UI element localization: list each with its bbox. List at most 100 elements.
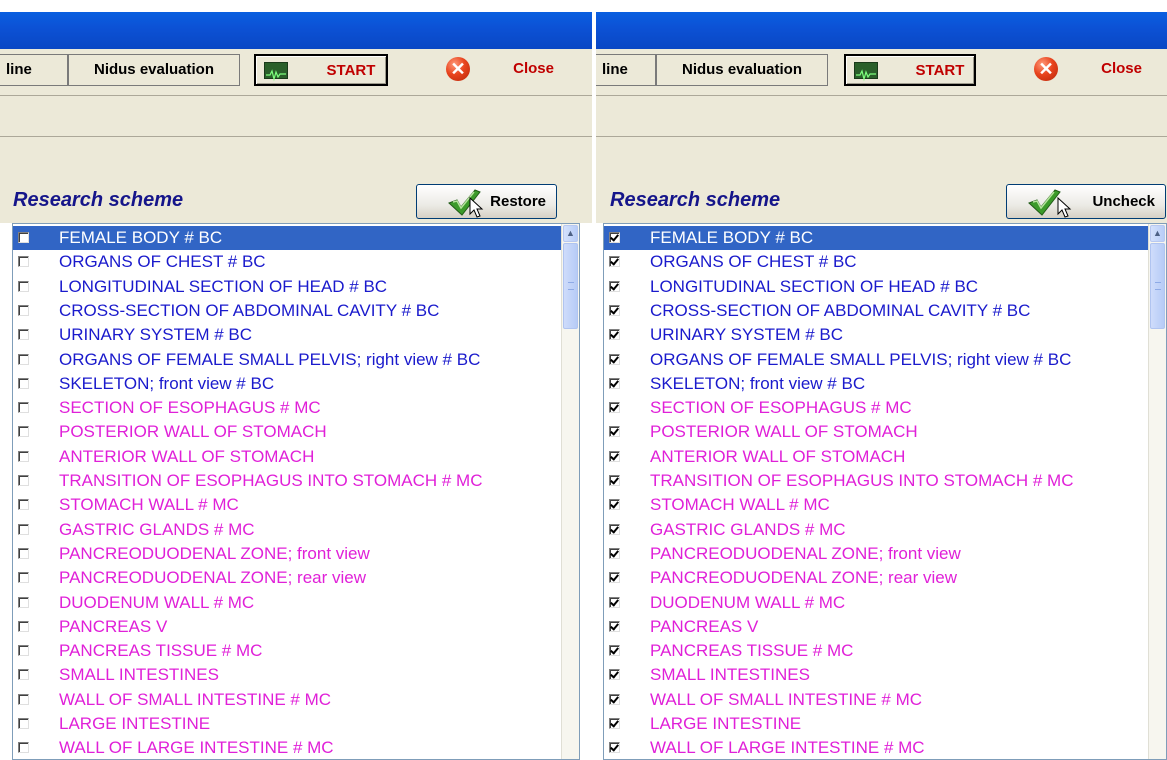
list-item[interactable]: WALL OF SMALL INTESTINE # MC [604,688,1149,712]
list-item[interactable]: FEMALE BODY # BC [604,226,1149,250]
list-item-checkbox[interactable] [609,718,620,729]
list-item[interactable]: PANCREAS V [13,615,562,639]
list-item-checkbox[interactable] [609,426,620,438]
list-item-checkbox[interactable] [609,353,620,365]
list-item-checkbox[interactable] [609,596,620,608]
list-item-checkbox[interactable] [18,499,29,511]
scroll-up-arrow-icon[interactable]: ▲ [563,225,578,242]
list-item[interactable]: DUODENUM WALL # MC [13,591,562,615]
list-item-checkbox[interactable] [609,742,620,754]
list-item-checkbox[interactable] [609,377,620,389]
list-item-checkbox[interactable] [609,572,620,584]
start-button[interactable]: START [844,54,976,86]
list-item-checkbox[interactable] [18,450,29,462]
list-item-checkbox[interactable] [18,426,29,438]
vertical-scrollbar[interactable]: ▲ [1148,224,1166,759]
list-item-checkbox[interactable] [609,329,620,341]
list-item[interactable]: ANTERIOR WALL OF STOMACH [13,445,562,469]
list-item[interactable]: WALL OF LARGE INTESTINE # MC [13,736,562,759]
list-item[interactable]: LONGITUDINAL SECTION OF HEAD # BC [604,275,1149,299]
list-item-checkbox[interactable] [18,693,29,705]
list-item[interactable]: PANCREODUODENAL ZONE; rear view [604,566,1149,590]
online-button[interactable]: line [596,54,656,86]
list-item[interactable]: SMALL INTESTINES [604,663,1149,687]
online-button[interactable]: line [0,54,68,86]
list-item[interactable]: TRANSITION OF ESOPHAGUS INTO STOMACH # M… [13,469,562,493]
list-item-checkbox[interactable] [18,669,29,681]
list-item[interactable]: URINARY SYSTEM # BC [604,323,1149,347]
close-button[interactable]: ✕ Close [440,54,554,86]
list-item[interactable]: STOMACH WALL # MC [13,493,562,517]
list-item[interactable]: CROSS-SECTION OF ABDOMINAL CAVITY # BC [13,299,562,323]
list-item[interactable]: STOMACH WALL # MC [604,493,1149,517]
list-item-checkbox[interactable] [18,377,29,389]
list-item[interactable]: LARGE INTESTINE [604,712,1149,736]
list-item[interactable]: SECTION OF ESOPHAGUS # MC [604,396,1149,420]
scroll-thumb[interactable] [1150,243,1165,329]
list-item-checkbox[interactable] [609,499,620,511]
list-item[interactable]: PANCREODUODENAL ZONE; front view [13,542,562,566]
list-item-checkbox[interactable] [18,232,29,243]
list-item[interactable]: ORGANS OF FEMALE SMALL PELVIS; right vie… [604,348,1149,372]
scroll-up-arrow-icon[interactable]: ▲ [1150,225,1165,242]
list-item[interactable]: FEMALE BODY # BC [13,226,562,250]
list-item-checkbox[interactable] [18,620,29,632]
list-item-checkbox[interactable] [18,596,29,608]
research-scheme-list[interactable]: FEMALE BODY # BC ORGANS OF CHEST # BC LONG… [12,223,580,760]
list-item[interactable]: POSTERIOR WALL OF STOMACH [13,420,562,444]
list-item[interactable]: GASTRIC GLANDS # MC [13,518,562,542]
list-item-checkbox[interactable] [18,353,29,365]
restore-button[interactable]: Restore [416,184,557,219]
list-item[interactable]: PANCREAS V [604,615,1149,639]
list-item-checkbox[interactable] [18,256,29,268]
list-item[interactable]: PANCREAS TISSUE # MC [13,639,562,663]
list-item[interactable]: LONGITUDINAL SECTION OF HEAD # BC [13,275,562,299]
close-button[interactable]: ✕ Close [1028,54,1142,86]
list-item[interactable]: WALL OF LARGE INTESTINE # MC [604,736,1149,759]
list-item-checkbox[interactable] [18,645,29,657]
list-item[interactable]: POSTERIOR WALL OF STOMACH [604,420,1149,444]
list-item-checkbox[interactable] [609,620,620,632]
list-item[interactable]: CROSS-SECTION OF ABDOMINAL CAVITY # BC [604,299,1149,323]
list-item-checkbox[interactable] [18,304,29,316]
list-item[interactable]: LARGE INTESTINE [13,712,562,736]
uncheck-button[interactable]: Uncheck [1006,184,1166,219]
list-item[interactable]: WALL OF SMALL INTESTINE # MC [13,688,562,712]
list-item-checkbox[interactable] [609,256,620,268]
list-item[interactable]: SMALL INTESTINES [13,663,562,687]
list-item[interactable]: ORGANS OF CHEST # BC [604,250,1149,274]
list-item-checkbox[interactable] [18,329,29,341]
research-scheme-list[interactable]: FEMALE BODY # BC ORGANS OF CHEST # BC LONG… [603,223,1167,760]
list-item-checkbox[interactable] [18,742,29,754]
list-item-checkbox[interactable] [609,450,620,462]
list-item-checkbox[interactable] [609,645,620,657]
list-item[interactable]: URINARY SYSTEM # BC [13,323,562,347]
list-item[interactable]: ORGANS OF CHEST # BC [13,250,562,274]
list-item-checkbox[interactable] [18,280,29,292]
list-item[interactable]: TRANSITION OF ESOPHAGUS INTO STOMACH # M… [604,469,1149,493]
list-item-checkbox[interactable] [609,280,620,292]
list-item-checkbox[interactable] [609,475,620,486]
list-item[interactable]: PANCREAS TISSUE # MC [604,639,1149,663]
list-item[interactable]: PANCREODUODENAL ZONE; rear view [13,566,562,590]
list-item-checkbox[interactable] [18,402,29,414]
list-item-checkbox[interactable] [18,547,29,559]
list-item[interactable]: SKELETON; front view # BC [13,372,562,396]
list-item[interactable]: GASTRIC GLANDS # MC [604,518,1149,542]
list-item-checkbox[interactable] [18,523,29,535]
vertical-scrollbar[interactable]: ▲ [561,224,579,759]
list-item[interactable]: ANTERIOR WALL OF STOMACH [604,445,1149,469]
nidus-evaluation-button[interactable]: Nidus evaluation [656,54,828,86]
list-item-checkbox[interactable] [18,718,29,729]
list-item-checkbox[interactable] [18,475,29,486]
list-item[interactable]: ORGANS OF FEMALE SMALL PELVIS; right vie… [13,348,562,372]
list-item[interactable]: SECTION OF ESOPHAGUS # MC [13,396,562,420]
list-item-checkbox[interactable] [609,693,620,705]
list-item[interactable]: DUODENUM WALL # MC [604,591,1149,615]
list-item-checkbox[interactable] [609,232,620,243]
start-button[interactable]: START [254,54,388,86]
list-item[interactable]: SKELETON; front view # BC [604,372,1149,396]
nidus-evaluation-button[interactable]: Nidus evaluation [68,54,240,86]
list-item-checkbox[interactable] [609,304,620,316]
list-item[interactable]: PANCREODUODENAL ZONE; front view [604,542,1149,566]
